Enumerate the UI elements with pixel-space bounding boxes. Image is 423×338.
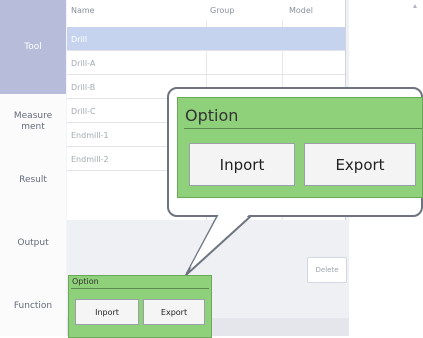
sidebar-item-tool[interactable]: Tool bbox=[0, 0, 66, 95]
import-button-zoomed[interactable]: Inport bbox=[189, 143, 295, 186]
sidebar-item-label: Function bbox=[13, 300, 53, 311]
sidebar-item-result[interactable]: Result bbox=[0, 150, 66, 211]
sidebar-item-function[interactable]: Function bbox=[0, 276, 66, 336]
column-header-model[interactable]: Model bbox=[289, 6, 313, 15]
sidebar-item-label: Tool bbox=[24, 41, 42, 52]
table-header: Name Group Model bbox=[67, 0, 345, 20]
delete-button[interactable]: Delete bbox=[307, 257, 347, 283]
option-panel: Option Inport Export bbox=[68, 275, 212, 338]
import-button[interactable]: Inport bbox=[75, 299, 139, 325]
row-name: Drill bbox=[71, 35, 88, 44]
sidebar-item-label: Output bbox=[17, 237, 49, 248]
option-panel-title: Option bbox=[185, 106, 239, 125]
sidebar-item-label: Measure ment bbox=[13, 111, 53, 132]
scroll-up-icon[interactable] bbox=[413, 0, 417, 12]
column-header-group[interactable]: Group bbox=[210, 6, 234, 15]
row-name: Drill-A bbox=[71, 59, 96, 68]
table-row[interactable]: Drill bbox=[67, 27, 345, 51]
sidebar-item-label: Result bbox=[19, 174, 47, 185]
table-row[interactable]: Drill-A bbox=[67, 51, 345, 75]
row-name: Drill-B bbox=[71, 83, 96, 92]
export-button-zoomed[interactable]: Export bbox=[304, 143, 416, 186]
column-header-name[interactable]: Name bbox=[71, 6, 95, 15]
sidebar: Tool Measure ment Result Output Function bbox=[0, 0, 68, 336]
option-panel-zoomed: Option Inport Export bbox=[177, 97, 423, 198]
sidebar-item-output[interactable]: Output bbox=[0, 210, 66, 277]
option-divider bbox=[184, 128, 422, 129]
option-panel-title: Option bbox=[72, 277, 99, 286]
app-window: Tool Measure ment Result Output Function… bbox=[0, 0, 423, 338]
export-button[interactable]: Export bbox=[143, 299, 205, 325]
option-divider bbox=[71, 288, 209, 289]
row-name: Endmill-2 bbox=[71, 155, 109, 164]
row-name: Endmill-1 bbox=[71, 131, 109, 140]
sidebar-item-measurement[interactable]: Measure ment bbox=[0, 94, 66, 151]
row-name: Drill-C bbox=[71, 107, 96, 116]
